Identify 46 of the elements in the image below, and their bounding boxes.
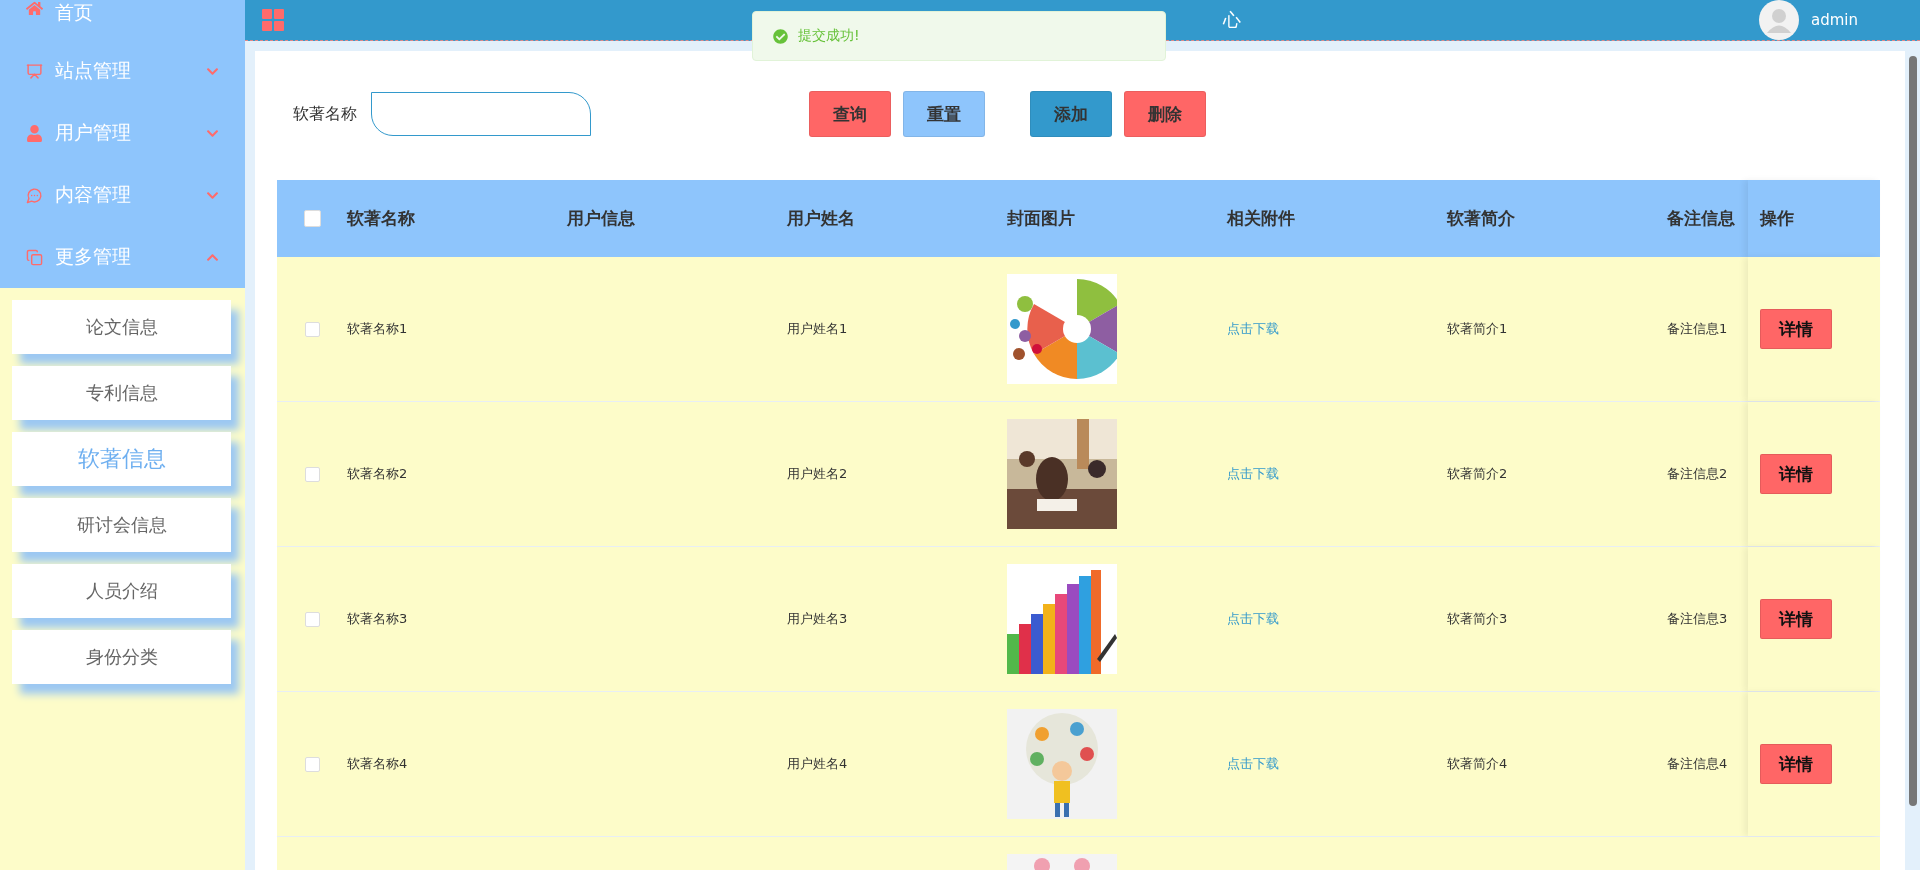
table-cell: 软著名称2 <box>347 465 408 483</box>
site-title: 心 <box>1223 8 1241 32</box>
toast-message: 提交成功! <box>798 27 860 45</box>
detail-button[interactable]: 详情 <box>1760 744 1832 784</box>
download-link[interactable]: 点击下载 <box>1227 610 1279 628</box>
table-cell: 备注信息1 <box>1667 320 1728 338</box>
table-cell: 软著名称3 <box>347 610 408 628</box>
submenu-item[interactable]: 软著信息 <box>12 432 231 486</box>
column-header: 备注信息 <box>1667 207 1735 230</box>
table-cell: 备注信息3 <box>1667 610 1728 628</box>
column-header: 用户信息 <box>567 207 635 230</box>
table-cell: 用户姓名3 <box>787 610 848 628</box>
column-header: 用户姓名 <box>787 207 855 230</box>
submenu-item[interactable]: 专利信息 <box>12 366 231 420</box>
table-cell: 备注信息4 <box>1667 755 1728 773</box>
table-cell: 软著名称1 <box>347 320 408 338</box>
toolbar-button[interactable]: 查询 <box>809 91 891 137</box>
column-header: 软著简介 <box>1447 207 1515 230</box>
table-cell: 软著简介2 <box>1447 465 1508 483</box>
download-link[interactable]: 点击下载 <box>1227 465 1279 483</box>
table-cell: 软著简介3 <box>1447 610 1508 628</box>
download-link[interactable]: 点击下载 <box>1227 755 1279 773</box>
user-name[interactable]: admin <box>1811 11 1858 29</box>
table-cell: 用户姓名4 <box>787 755 848 773</box>
detail-button[interactable]: 详情 <box>1760 309 1832 349</box>
table-cell: 备注信息2 <box>1667 465 1728 483</box>
toolbar-button[interactable]: 删除 <box>1124 91 1206 137</box>
column-header: 操作 <box>1760 207 1794 230</box>
column-header: 封面图片 <box>1007 207 1075 230</box>
table-cell: 用户姓名1 <box>787 320 848 338</box>
search-label: 软著名称 <box>293 103 357 125</box>
submenu-item[interactable]: 论文信息 <box>12 300 231 354</box>
table-cell: 软著简介4 <box>1447 755 1508 773</box>
table-cell: 软著简介1 <box>1447 320 1508 338</box>
toolbar-button[interactable]: 重置 <box>903 91 985 137</box>
toolbar-button[interactable]: 添加 <box>1030 91 1112 137</box>
submenu-item[interactable]: 研讨会信息 <box>12 498 231 552</box>
download-link[interactable]: 点击下载 <box>1227 320 1279 338</box>
table-cell: 软著名称4 <box>347 755 408 773</box>
submenu-item[interactable]: 人员介绍 <box>12 564 231 618</box>
table-cell: 用户姓名2 <box>787 465 848 483</box>
submenu-item[interactable]: 身份分类 <box>12 630 231 684</box>
column-header: 软著名称 <box>347 207 415 230</box>
detail-button[interactable]: 详情 <box>1760 599 1832 639</box>
detail-button[interactable]: 详情 <box>1760 454 1832 494</box>
column-header: 相关附件 <box>1227 207 1295 230</box>
